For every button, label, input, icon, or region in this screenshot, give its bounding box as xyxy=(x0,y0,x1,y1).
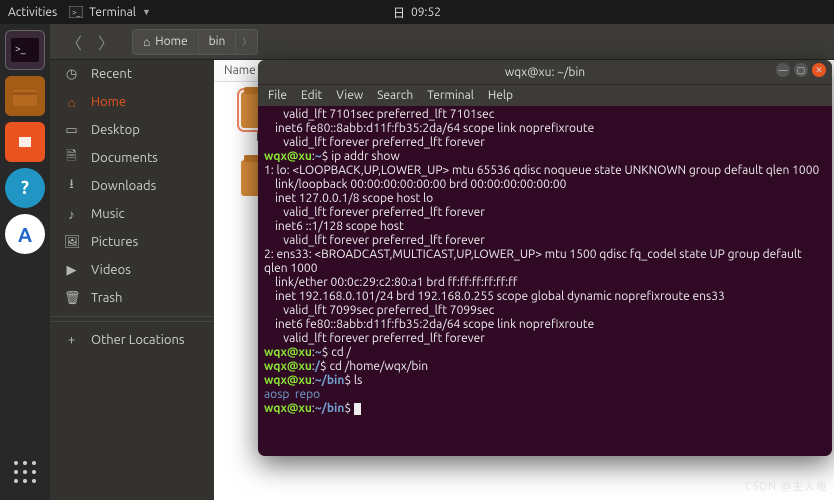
sidebar-item-desktop[interactable]: ▭Desktop xyxy=(50,116,214,144)
home-icon: ⌂ xyxy=(143,35,150,49)
back-button[interactable]: 〈 xyxy=(60,28,88,56)
clock-icon: ◷ xyxy=(64,67,79,82)
desktop-icon: ▭ xyxy=(64,123,79,138)
dropdown-icon: ▼ xyxy=(142,7,151,17)
launcher-software[interactable] xyxy=(5,122,45,162)
watermark: CSDN @主人电 xyxy=(745,478,828,494)
minimize-button[interactable]: — xyxy=(776,63,790,77)
sidebar-item-music[interactable]: ♪Music xyxy=(50,200,214,228)
svg-text:>_: >_ xyxy=(72,8,81,17)
trash-icon: 🗑 xyxy=(64,291,79,306)
sidebar-item-downloads[interactable]: ⭳Downloads xyxy=(50,172,214,200)
chevron-right-icon: 〉 xyxy=(236,35,257,48)
menu-edit[interactable]: Edit xyxy=(301,89,322,102)
sidebar-item-videos[interactable]: ▶Videos xyxy=(50,256,214,284)
launcher-terminal[interactable]: >_ xyxy=(5,30,45,70)
show-applications[interactable] xyxy=(5,452,45,492)
app-menu[interactable]: >_ Terminal ▼ xyxy=(69,6,151,19)
launcher-android-studio[interactable]: A xyxy=(5,214,45,254)
launcher-files[interactable] xyxy=(5,76,45,116)
menu-view[interactable]: View xyxy=(336,89,363,102)
terminal-app-icon: >_ xyxy=(69,6,83,18)
menu-help[interactable]: Help xyxy=(488,89,513,102)
menu-search[interactable]: Search xyxy=(377,89,413,102)
terminal-titlebar[interactable]: wqx@xu: ~/bin — ▢ ✕ xyxy=(258,60,832,84)
sidebar-other-locations[interactable]: + Other Locations xyxy=(50,326,214,354)
files-sidebar: ◷Recent⌂Home▭Desktop🗎Documents⭳Downloads… xyxy=(50,60,214,500)
home-icon: ⌂ xyxy=(64,95,79,110)
sidebar-item-home[interactable]: ⌂Home xyxy=(50,88,214,116)
download-icon: ⭳ xyxy=(64,175,79,197)
plus-icon: + xyxy=(64,333,79,347)
breadcrumb-bin[interactable]: bin xyxy=(199,30,237,54)
close-button[interactable]: ✕ xyxy=(812,63,826,77)
breadcrumb-home[interactable]: ⌂ Home xyxy=(133,30,199,54)
terminal-menubar: File Edit View Search Terminal Help xyxy=(258,84,832,106)
sidebar-item-trash[interactable]: 🗑Trash xyxy=(50,284,214,312)
doc-icon: 🗎 xyxy=(64,147,79,169)
launcher-help[interactable]: ? xyxy=(5,168,45,208)
picture-icon: 🖼 xyxy=(64,235,79,250)
terminal-window[interactable]: wqx@xu: ~/bin — ▢ ✕ File Edit View Search Te… xyxy=(258,60,832,456)
svg-text:>_: >_ xyxy=(15,43,26,54)
sidebar-item-documents[interactable]: 🗎Documents xyxy=(50,144,214,172)
breadcrumb: ⌂ Home bin 〉 xyxy=(132,29,258,55)
gnome-topbar: Activities >_ Terminal ▼ 日 09:52 xyxy=(0,0,834,24)
menu-terminal[interactable]: Terminal xyxy=(427,89,474,102)
forward-button[interactable]: 〉 xyxy=(92,28,120,56)
terminal-body[interactable]: valid_lft 7101sec preferred_lft 7101sec … xyxy=(258,106,832,456)
video-icon: ▶ xyxy=(64,263,79,278)
launcher-dock: >_ ? A xyxy=(0,24,50,500)
menu-file[interactable]: File xyxy=(268,89,287,102)
clock[interactable]: 日 09:52 xyxy=(393,4,441,21)
activities-button[interactable]: Activities xyxy=(8,6,57,19)
music-icon: ♪ xyxy=(64,207,79,222)
files-toolbar: 〈 〉 ⌂ Home bin 〉 xyxy=(50,24,834,60)
maximize-button[interactable]: ▢ xyxy=(794,63,808,77)
sidebar-item-recent[interactable]: ◷Recent xyxy=(50,60,214,88)
sidebar-item-pictures[interactable]: 🖼Pictures xyxy=(50,228,214,256)
